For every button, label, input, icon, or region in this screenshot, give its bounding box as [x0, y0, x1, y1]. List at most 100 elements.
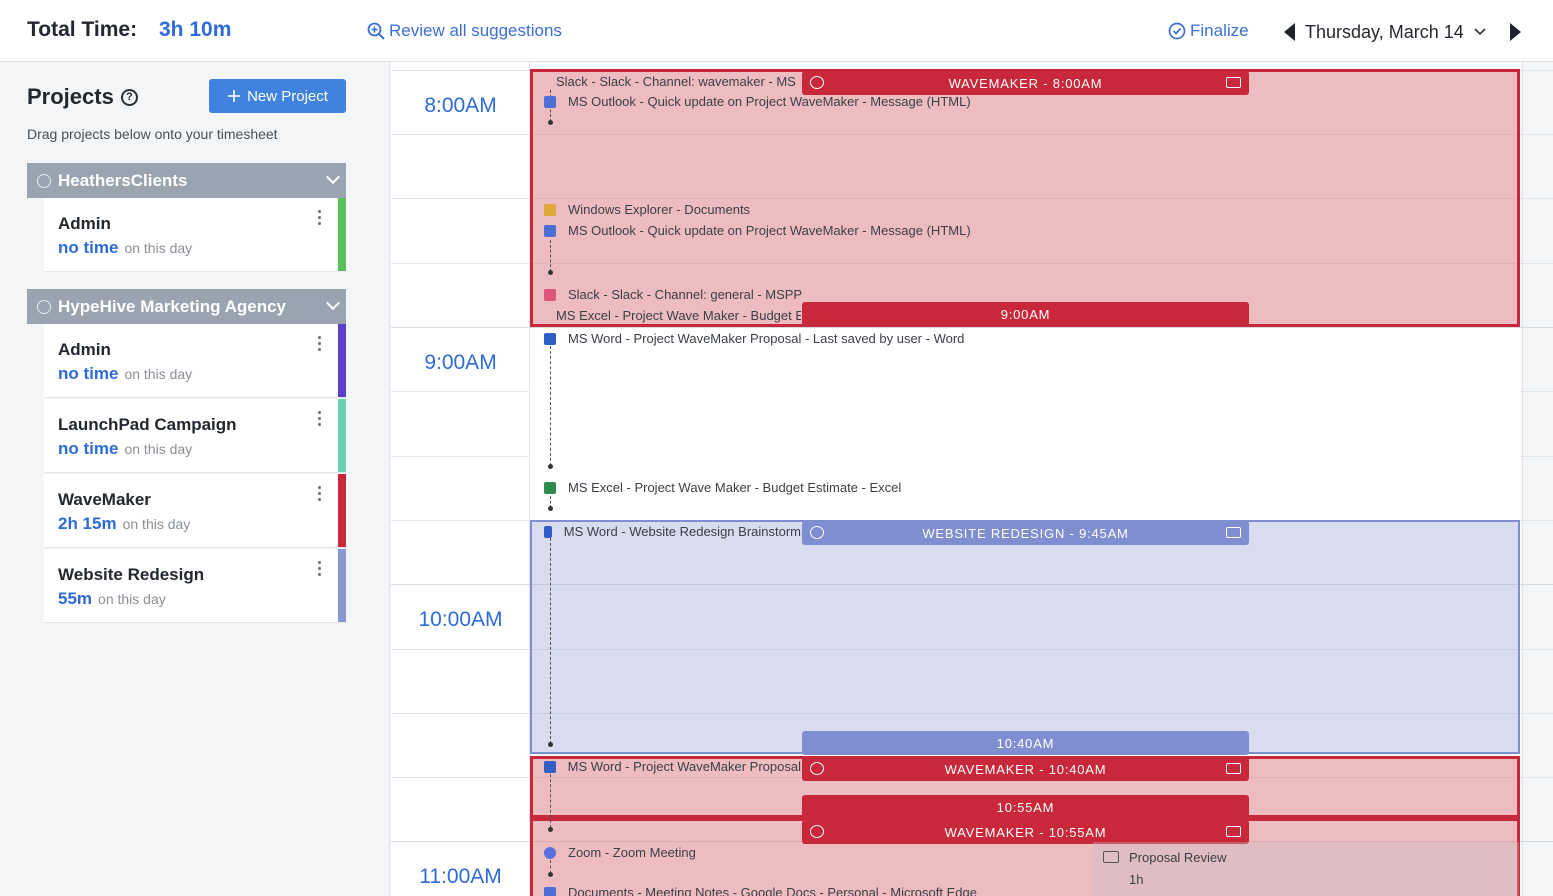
group-header-hypehive-marketing-agency[interactable]: HypeHive Marketing Agency — [27, 289, 346, 324]
time-gutter: 8:00AM 9:00AM 10:00AM 11:00AM — [391, 62, 530, 896]
slack-icon — [544, 288, 556, 301]
new-project-button[interactable]: New Project — [209, 79, 346, 113]
suggestions-tray-icon[interactable] — [1226, 826, 1241, 837]
help-icon[interactable]: ? — [120, 88, 138, 106]
chevron-down-icon[interactable] — [325, 169, 341, 185]
activity-item[interactable]: Windows Explorer - Documents — [544, 202, 750, 217]
project-name: WaveMaker — [58, 490, 151, 509]
activity-item[interactable]: Slack - Slack - Channel: wavemaker - MSP… — [544, 74, 796, 89]
activity-dot — [548, 742, 553, 747]
activity-label: MS Word - Project WaveMaker Proposal — [567, 759, 801, 774]
outlook-icon — [544, 95, 556, 108]
hour-label-11am: 11:00AM — [419, 865, 502, 888]
more-options-icon[interactable] — [318, 336, 322, 351]
plus-icon — [228, 90, 241, 102]
activity-item[interactable]: MS Outlook - Quick update on Project Wav… — [544, 94, 971, 109]
project-card-admin[interactable]: Admin no time on this day — [44, 198, 346, 272]
project-time: no time on this day — [58, 439, 192, 459]
review-all-suggestions-label: Review all suggestions — [389, 21, 562, 40]
document-icon — [544, 886, 556, 896]
project-time-suffix: on this day — [98, 591, 166, 607]
excel-icon — [544, 481, 556, 494]
project-time-suffix: on this day — [122, 516, 191, 532]
suggestions-tray-icon[interactable] — [1226, 77, 1241, 88]
project-time-suffix: on this day — [124, 441, 193, 457]
comment-icon[interactable] — [810, 526, 824, 539]
time-entry-header-wavemaker-1040[interactable]: WAVEMAKER - 10:40AM — [802, 757, 1249, 781]
project-time-value: 2h 15m — [58, 514, 117, 533]
activity-dot — [548, 506, 553, 511]
calendar-meeting-suggestion[interactable]: Proposal Review 1h — [1093, 842, 1519, 896]
total-time-label: Total Time: — [27, 18, 138, 41]
activity-item[interactable]: Zoom - Zoom Meeting — [544, 845, 696, 860]
time-entry-title: WAVEMAKER - 8:00AM — [948, 75, 1103, 91]
activity-label: Zoom - Zoom Meeting — [568, 845, 696, 860]
activity-item[interactable]: MS Outlook - Quick update on Project Wav… — [544, 223, 971, 238]
top-bar: Total Time: 3h 10m Review all suggestion… — [0, 0, 1553, 62]
comment-icon[interactable] — [810, 76, 824, 89]
meeting-icon — [1103, 851, 1119, 863]
client-icon — [37, 173, 51, 188]
drag-hint-text: Drag projects below onto your timesheet — [27, 126, 278, 142]
activity-item[interactable]: MS Excel - Project Wave Maker - Budget E… — [544, 480, 901, 495]
outlook-icon — [544, 224, 556, 237]
project-card-website-redesign[interactable]: Website Redesign 55m on this day — [44, 549, 346, 623]
date-navigator: Thursday, March 14 — [1284, 18, 1521, 46]
time-entry-title: WAVEMAKER - 10:40AM — [944, 761, 1107, 777]
more-options-icon[interactable] — [318, 486, 322, 501]
comment-icon[interactable] — [810, 825, 824, 838]
review-all-suggestions-link[interactable]: Review all suggestions — [367, 21, 562, 41]
group-name: HeathersClients — [58, 170, 188, 190]
suggestions-tray-icon[interactable] — [1226, 527, 1241, 538]
suggestions-tray-icon[interactable] — [1226, 763, 1241, 774]
time-entry-end-handle-1040[interactable]: 10:40AM — [802, 731, 1249, 755]
project-name: Admin — [58, 340, 111, 359]
chevron-down-icon[interactable] — [325, 295, 341, 311]
comment-icon[interactable] — [810, 762, 824, 775]
hour-label-10am: 10:00AM — [418, 608, 503, 631]
client-icon — [37, 299, 51, 314]
time-entry-end-handle-1055[interactable]: 10:55AM — [802, 795, 1249, 819]
activity-connector — [550, 240, 551, 272]
hour-label-8am: 8:00AM — [424, 94, 497, 117]
time-entry-website-redesign-945[interactable] — [530, 520, 1520, 754]
more-options-icon[interactable] — [318, 411, 322, 426]
project-time: 2h 15m on this day — [58, 514, 190, 534]
time-entry-end-time: 10:40AM — [996, 735, 1055, 751]
hour-label-9am: 9:00AM — [424, 351, 497, 374]
time-entry-header-wavemaker-1055[interactable]: WAVEMAKER - 10:55AM — [802, 820, 1249, 844]
project-card-wavemaker[interactable]: WaveMaker 2h 15m on this day — [44, 474, 346, 548]
activity-item[interactable]: MS Word - Website Redesign Brainstorm — [544, 524, 801, 539]
activity-dot — [548, 827, 553, 832]
chevron-down-icon[interactable] — [1474, 28, 1486, 36]
date-picker[interactable]: Thursday, March 14 — [1305, 22, 1464, 43]
time-entry-end-handle-900[interactable]: 9:00AM — [802, 302, 1249, 326]
project-color-bar — [338, 474, 346, 547]
activity-item[interactable]: MS Excel - Project Wave Maker - Budget E… — [544, 308, 801, 323]
projects-heading: Projects ? — [27, 84, 138, 110]
activity-connector — [550, 346, 551, 466]
project-color-bar — [338, 549, 346, 622]
activity-item[interactable]: MS Word - Project WaveMaker Proposal - L… — [544, 331, 964, 346]
word-icon — [544, 525, 552, 538]
more-options-icon[interactable] — [318, 210, 322, 225]
activity-item[interactable]: Documents - Meeting Notes - Google Docs … — [544, 885, 977, 896]
time-entry-header-wavemaker-800[interactable]: WAVEMAKER - 8:00AM — [802, 71, 1249, 95]
finalize-button[interactable]: Finalize — [1168, 21, 1249, 41]
next-day-arrow-icon[interactable] — [1509, 23, 1521, 41]
project-time-value: no time — [58, 238, 119, 257]
activity-item[interactable]: Slack - Slack - Channel: general - MSPP — [544, 287, 802, 302]
project-time-suffix: on this day — [124, 366, 193, 382]
projects-title: Projects — [27, 84, 114, 109]
project-card-launchpad-campaign[interactable]: LaunchPad Campaign no time on this day — [44, 399, 346, 473]
group-header-heathersclients[interactable]: HeathersClients — [27, 163, 346, 198]
more-options-icon[interactable] — [318, 561, 322, 576]
time-entry-header-website-redesign-945[interactable]: WEBSITE REDESIGN - 9:45AM — [802, 521, 1249, 545]
project-time: no time on this day — [58, 238, 192, 258]
activity-label: Windows Explorer - Documents — [568, 202, 751, 217]
project-color-bar — [338, 399, 346, 472]
activity-item[interactable]: MS Word - Project WaveMaker Proposal — [544, 759, 801, 774]
previous-day-arrow-icon[interactable] — [1284, 23, 1295, 41]
group-name: HypeHive Marketing Agency — [58, 296, 286, 316]
project-card-admin[interactable]: Admin no time on this day — [44, 324, 346, 398]
